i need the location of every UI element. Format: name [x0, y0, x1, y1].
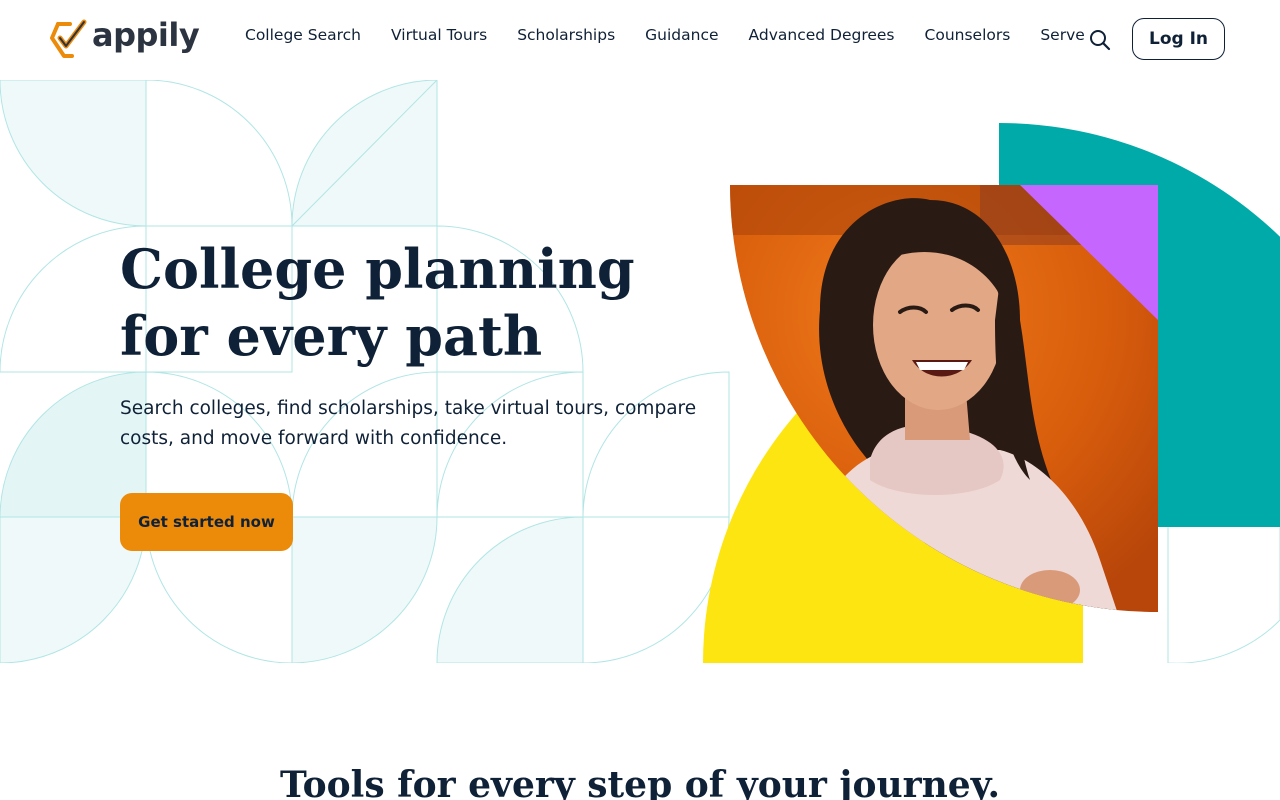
tools-section-title: Tools for every step of your journey. — [279, 764, 1001, 800]
nav-item-counselors[interactable]: Counselors — [925, 26, 1011, 44]
nav-item-virtual-tours[interactable]: Virtual Tours — [391, 26, 487, 44]
hero-title-line-2: for every path — [120, 304, 543, 368]
hero-title: College planning for every path — [120, 236, 720, 370]
hero-artwork — [703, 123, 1280, 663]
main-nav: College Search Virtual Tours Scholarship… — [245, 26, 1085, 44]
site-header: appily College Search Virtual Tours Scho… — [0, 0, 1280, 80]
hero-subtitle: Search colleges, find scholarships, take… — [120, 398, 697, 449]
nav-item-guidance[interactable]: Guidance — [645, 26, 718, 44]
nav-item-advanced-degrees[interactable]: Advanced Degrees — [749, 26, 895, 44]
hero-title-line-1: College planning — [120, 237, 635, 301]
nav-item-college-search[interactable]: College Search — [245, 26, 361, 44]
login-button[interactable]: Log In — [1132, 18, 1225, 60]
search-icon[interactable] — [1088, 28, 1112, 52]
nav-item-serve[interactable]: Serve — [1040, 26, 1084, 44]
checkmark-logo-icon — [50, 19, 87, 58]
appily-logo[interactable]: appily — [50, 16, 200, 58]
nav-item-scholarships[interactable]: Scholarships — [517, 26, 615, 44]
logo-wordmark: appily — [92, 16, 200, 54]
get-started-button[interactable]: Get started now — [120, 493, 293, 551]
